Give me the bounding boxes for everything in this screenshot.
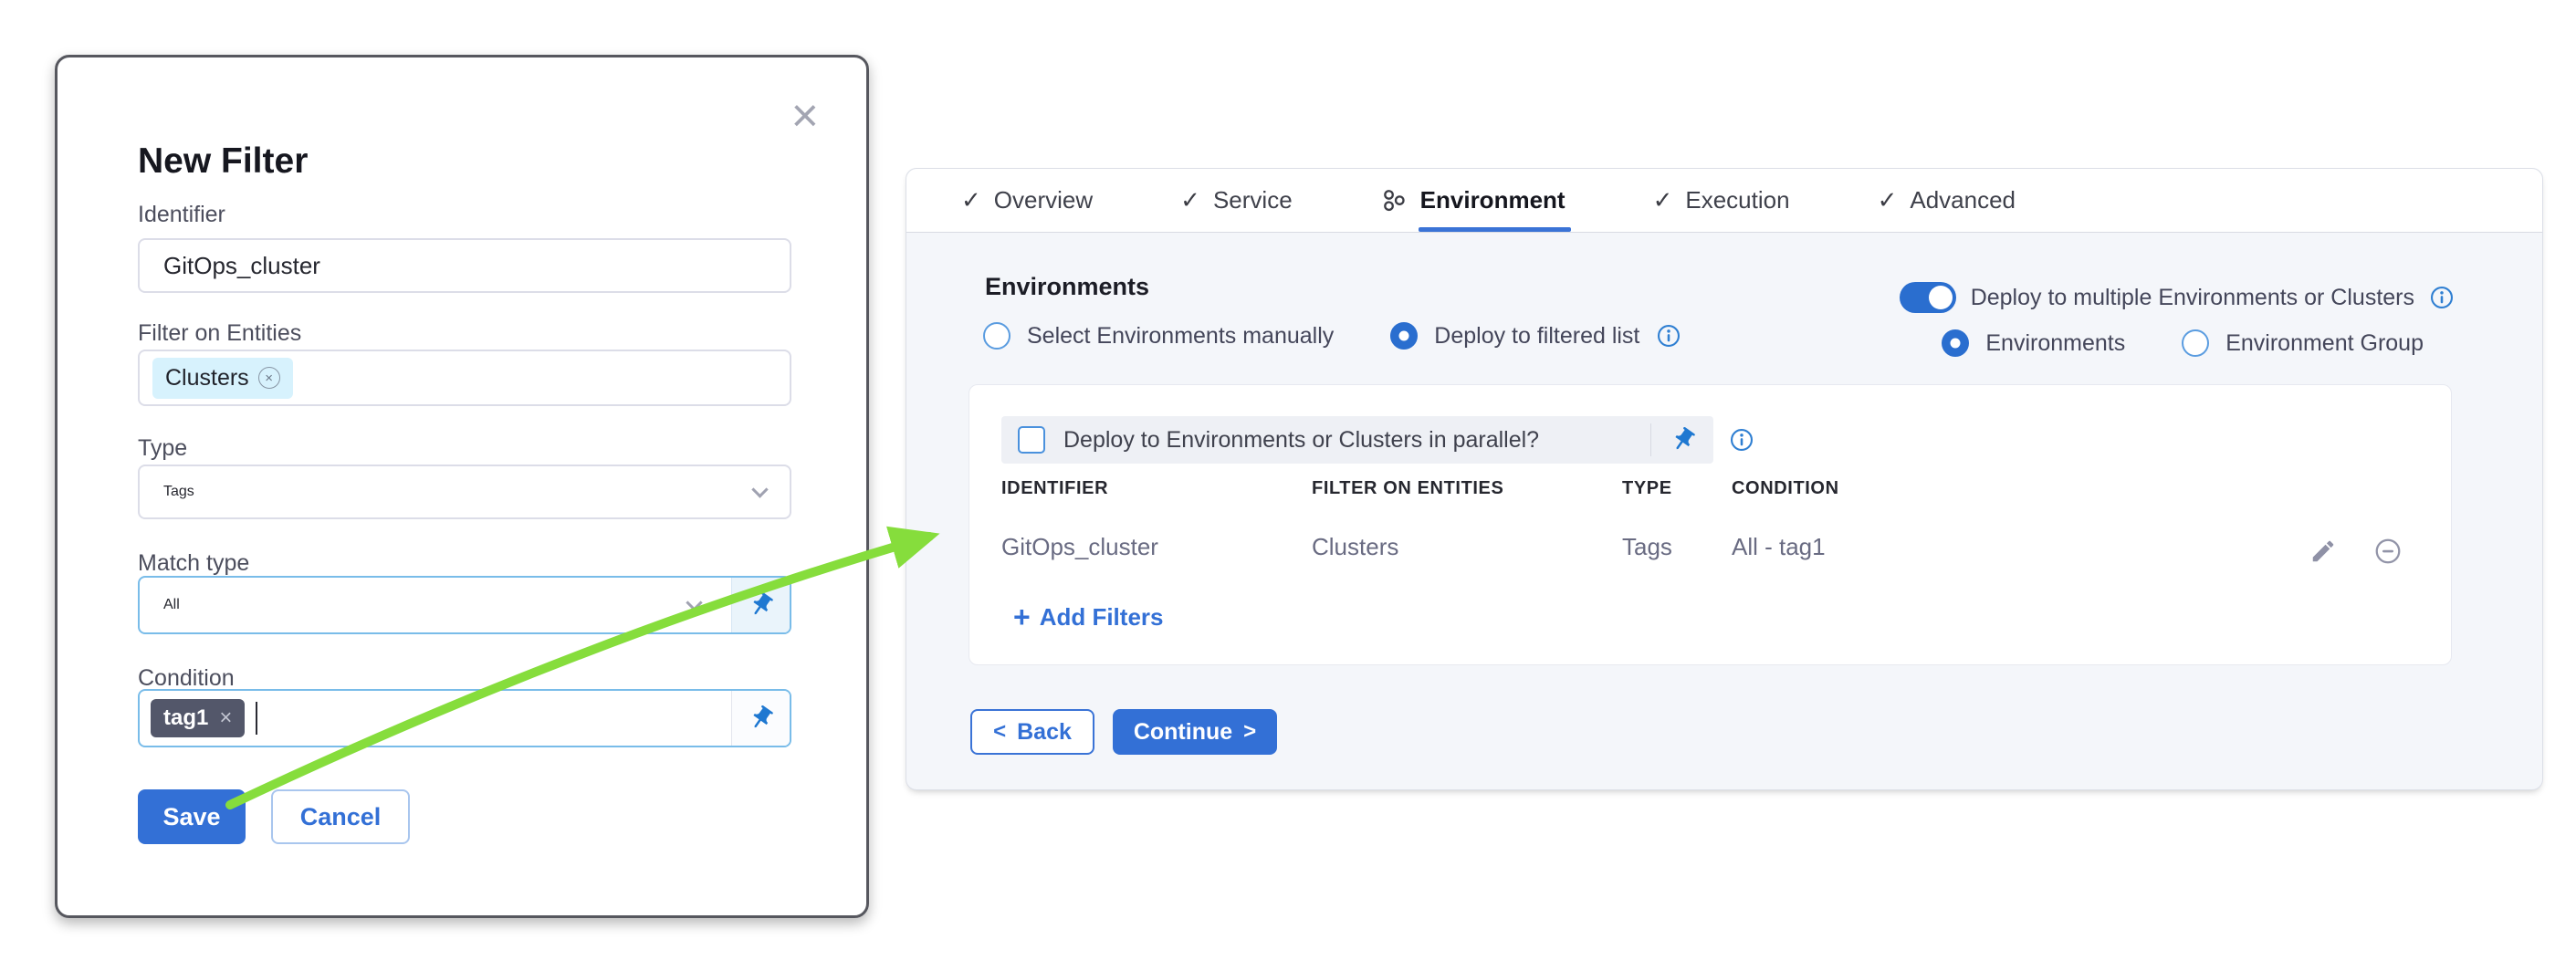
tab-label: Overview <box>994 186 1093 214</box>
cell-entities: Clusters <box>1312 533 1622 561</box>
add-filters-link[interactable]: + Add Filters <box>1013 602 1163 632</box>
radio-select-manually[interactable] <box>983 322 1011 350</box>
tab-service[interactable]: ✓ Service <box>1180 169 1293 232</box>
radio-label: Select Environments manually <box>1027 323 1334 350</box>
type-label: Type <box>138 435 187 462</box>
type-value: Tags <box>163 484 194 500</box>
type-select[interactable]: Tags <box>138 465 791 519</box>
entities-chip-label: Clusters <box>165 365 249 392</box>
cell-condition: All - tag1 <box>1732 533 2097 561</box>
column-entities: FILTER ON ENTITIES <box>1312 478 1622 499</box>
condition-chip: tag1 × <box>151 699 245 737</box>
cancel-button[interactable]: Cancel <box>271 789 410 844</box>
match-type-select[interactable]: All <box>138 576 791 634</box>
chevron-down-icon[interactable] <box>751 481 768 497</box>
environment-panel: ✓ Overview ✓ Service Environment ✓ Execu… <box>906 168 2543 790</box>
entities-label: Filter on Entities <box>138 320 301 347</box>
tab-environment[interactable]: Environment <box>1380 169 1565 232</box>
modal-title: New Filter <box>138 141 308 182</box>
info-icon[interactable] <box>1656 323 1681 349</box>
remove-row-minus-icon[interactable] <box>2373 537 2403 566</box>
deploy-mode-radios: Select Environments manually Deploy to f… <box>983 322 1681 350</box>
save-button[interactable]: Save <box>138 789 246 844</box>
chevron-left-icon: < <box>993 719 1006 745</box>
filters-table-header: IDENTIFIER FILTER ON ENTITIES TYPE CONDI… <box>1001 478 2097 499</box>
pin-icon[interactable] <box>731 691 790 746</box>
tab-execution[interactable]: ✓ Execution <box>1653 169 1790 232</box>
close-icon[interactable]: × <box>791 92 819 140</box>
info-icon[interactable] <box>1729 427 1754 453</box>
cell-type: Tags <box>1622 533 1732 561</box>
cell-identifier: GitOps_cluster <box>1001 533 1312 561</box>
entities-chip: Clusters × <box>152 358 293 399</box>
filters-card: Deploy to Environments or Clusters in pa… <box>969 384 2452 665</box>
identifier-field[interactable] <box>138 238 791 293</box>
deploy-multiple-toggle[interactable] <box>1900 282 1956 313</box>
tab-label: Environment <box>1420 186 1565 214</box>
radio-environments[interactable] <box>1942 329 1969 357</box>
entities-field[interactable]: Clusters × <box>138 350 791 406</box>
pin-icon[interactable] <box>731 578 790 632</box>
tab-overview[interactable]: ✓ Overview <box>961 169 1093 232</box>
table-row: GitOps_cluster Clusters Tags All - tag1 <box>1001 533 2097 561</box>
pin-icon[interactable] <box>1664 421 1702 459</box>
check-icon: ✓ <box>1180 186 1200 214</box>
new-filter-modal: × New Filter Identifier Filter on Entiti… <box>55 55 869 918</box>
parallel-checkbox-label: Deploy to Environments or Clusters in pa… <box>1063 427 1539 454</box>
parallel-checkbox-bar: Deploy to Environments or Clusters in pa… <box>1001 416 1713 464</box>
condition-label: Condition <box>138 665 235 692</box>
column-identifier: IDENTIFIER <box>1001 478 1312 499</box>
remove-chip-icon[interactable]: × <box>219 705 232 731</box>
chevron-down-icon[interactable] <box>686 594 702 611</box>
radio-label: Environment Group <box>2225 330 2424 357</box>
target-kind-radios: Environments Environment Group <box>1942 329 2424 357</box>
info-icon[interactable] <box>2429 285 2455 310</box>
plus-icon: + <box>1013 602 1031 632</box>
add-filters-label: Add Filters <box>1040 603 1164 632</box>
back-label: Back <box>1017 719 1072 746</box>
condition-chip-label: tag1 <box>163 705 208 731</box>
tab-advanced[interactable]: ✓ Advanced <box>1878 169 2016 232</box>
environments-heading: Environments <box>985 273 1149 301</box>
match-type-value: All <box>163 597 180 613</box>
column-condition: CONDITION <box>1732 478 2097 499</box>
back-button[interactable]: < Back <box>970 709 1094 755</box>
match-type-label: Match type <box>138 550 249 577</box>
remove-chip-icon[interactable]: × <box>258 367 280 389</box>
check-icon: ✓ <box>1878 186 1898 214</box>
continue-button[interactable]: Continue > <box>1113 709 1277 755</box>
radio-environment-group[interactable] <box>2182 329 2209 357</box>
text-cursor <box>256 702 257 735</box>
chevron-right-icon: > <box>1243 719 1256 745</box>
parallel-checkbox[interactable] <box>1018 426 1045 454</box>
column-type: TYPE <box>1622 478 1732 499</box>
pipeline-tabbar: ✓ Overview ✓ Service Environment ✓ Execu… <box>906 169 2542 233</box>
identifier-label: Identifier <box>138 202 225 228</box>
condition-field[interactable]: tag1 × <box>138 689 791 747</box>
multi-env-toggle-row: Deploy to multiple Environments or Clust… <box>1900 282 2455 313</box>
tab-label: Advanced <box>1910 186 2016 214</box>
continue-label: Continue <box>1134 719 1232 746</box>
radio-label: Environments <box>1985 330 2125 357</box>
edit-pencil-icon[interactable] <box>2309 538 2337 565</box>
identifier-input[interactable] <box>163 252 766 280</box>
check-icon: ✓ <box>1653 186 1673 214</box>
divider <box>1650 423 1651 456</box>
check-icon: ✓ <box>961 186 981 214</box>
tab-label: Service <box>1213 186 1293 214</box>
tab-label: Execution <box>1685 186 1789 214</box>
radio-label: Deploy to filtered list <box>1434 323 1639 350</box>
toggle-label: Deploy to multiple Environments or Clust… <box>1971 285 2414 311</box>
row-actions <box>2309 537 2403 566</box>
radio-deploy-filtered[interactable] <box>1390 322 1418 350</box>
environment-nodes-icon <box>1380 187 1408 214</box>
